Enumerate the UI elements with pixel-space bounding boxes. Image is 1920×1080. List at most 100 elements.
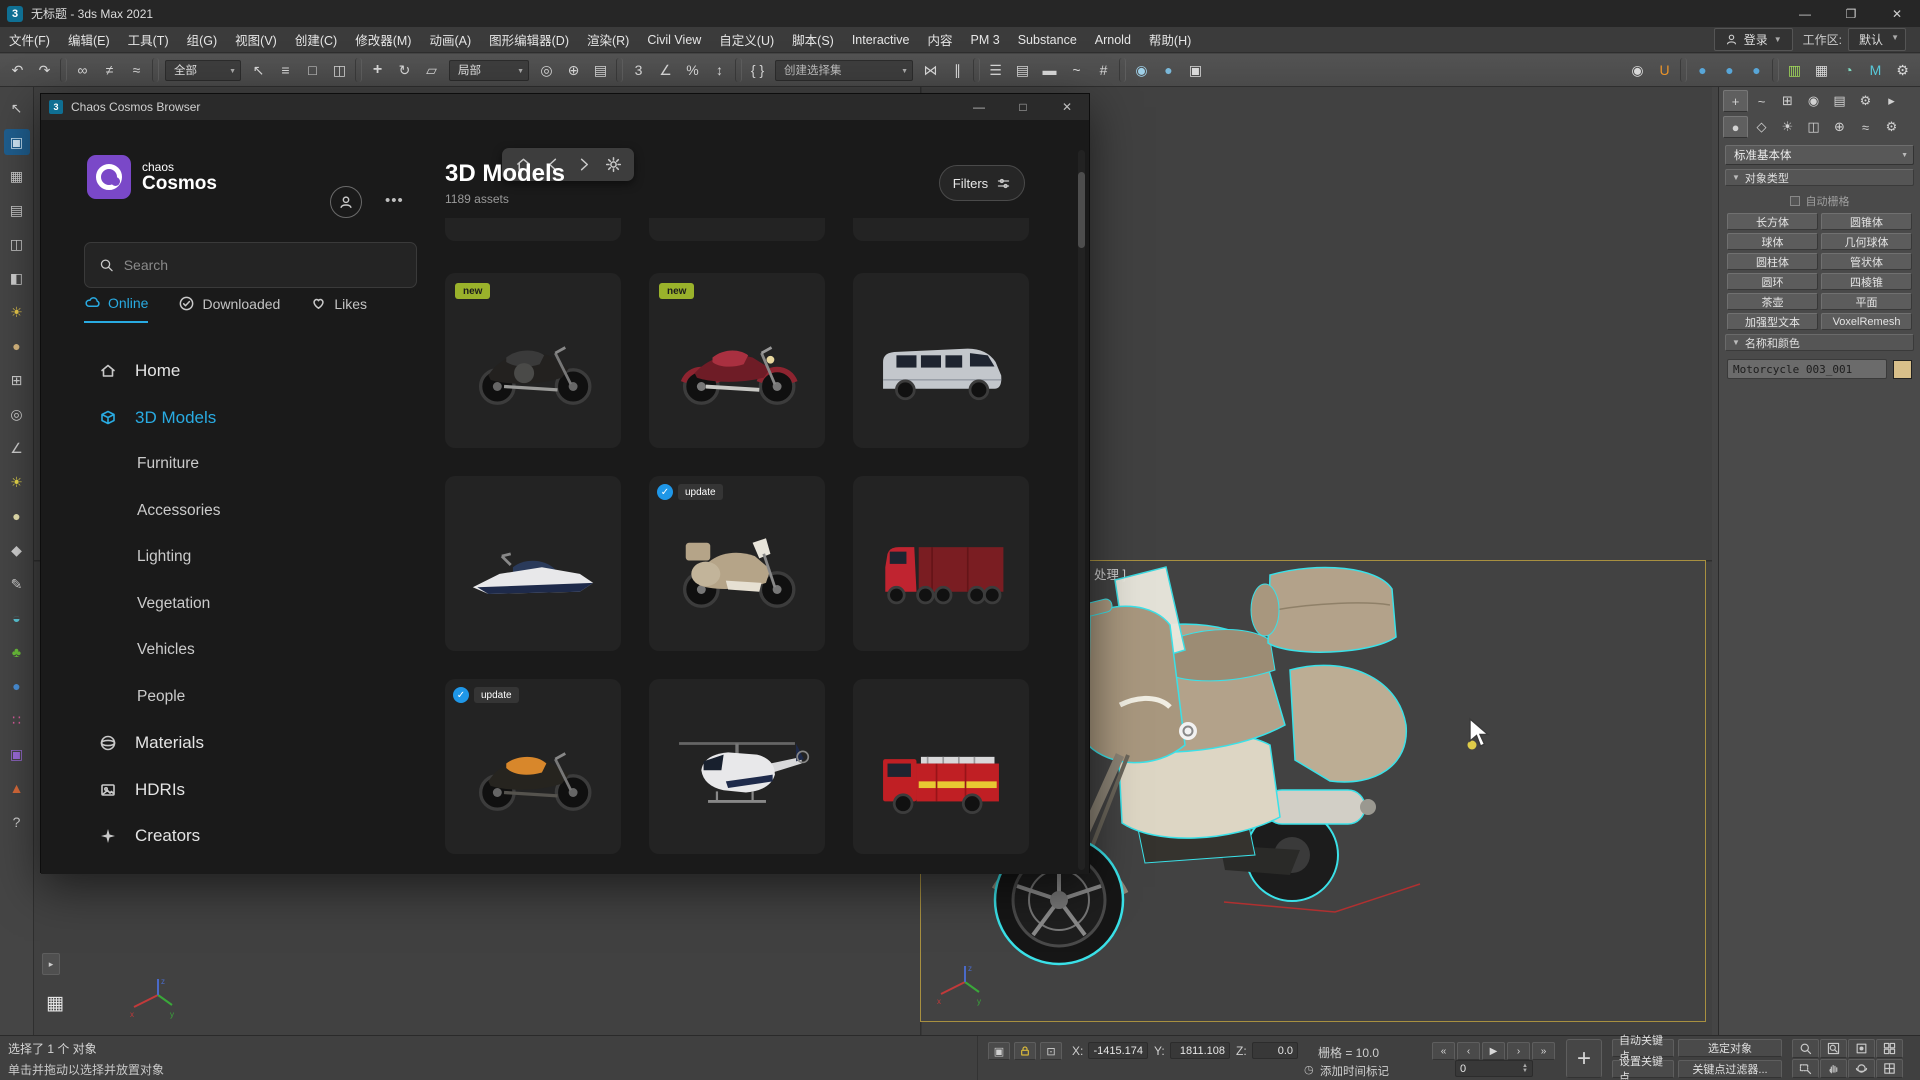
z-coordinate-field[interactable]: 0.0 (1252, 1042, 1298, 1059)
separator[interactable] (1119, 58, 1126, 82)
login-button[interactable]: 登录 ▼ (1714, 28, 1793, 51)
asset-card-partial[interactable] (853, 218, 1029, 241)
drop-tool-icon[interactable]: ● (4, 673, 30, 699)
scale-icon[interactable]: ▱ (418, 57, 445, 84)
gear-icon[interactable] (605, 156, 622, 173)
asset-card-motorcycle-red[interactable]: new (649, 273, 825, 448)
settings-icon[interactable]: ⚙ (1889, 57, 1916, 84)
render-setup-icon[interactable]: ● (1155, 57, 1182, 84)
select-tool-icon[interactable]: ↖ (4, 95, 30, 121)
menu-item[interactable]: Civil View (638, 27, 710, 52)
previous-frame-icon[interactable]: ‹ (1457, 1042, 1480, 1060)
plant-tool-icon[interactable]: ♣ (4, 639, 30, 665)
zoom-extents-icon[interactable] (1848, 1039, 1875, 1058)
select-link-icon[interactable]: ∞ (69, 57, 96, 84)
autogrid-toggle[interactable]: 自动栅格 (1719, 193, 1920, 209)
select-manipulate-icon[interactable]: ⊕ (560, 57, 587, 84)
x-coordinate-field[interactable]: -1415.174 (1088, 1042, 1148, 1059)
nav-hdris[interactable]: HDRIs (41, 767, 431, 814)
target-tool-icon[interactable]: ◎ (4, 401, 30, 427)
menu-item[interactable]: 创建(C) (286, 27, 346, 52)
motion-tab-icon[interactable]: ◉ (1801, 90, 1826, 112)
asset-card-motorcycle-touring[interactable]: ✓ update (649, 476, 825, 651)
nav-furniture[interactable]: Furniture (41, 441, 431, 488)
forward-arrow-icon[interactable] (575, 156, 592, 173)
separator[interactable] (735, 58, 742, 82)
asset-card-helicopter[interactable] (649, 679, 825, 854)
bind-spacewarp-icon[interactable]: ≈ (123, 57, 150, 84)
object-color-swatch[interactable] (1893, 360, 1912, 379)
edit-named-sets-icon[interactable]: { } (744, 57, 771, 84)
separator[interactable] (1772, 58, 1779, 82)
lights-cat-icon[interactable]: ☀ (1775, 116, 1800, 138)
select-object-icon[interactable]: ↖ (245, 57, 272, 84)
primitive-button[interactable]: 圆锥体 (1821, 213, 1912, 230)
nav-lighting[interactable]: Lighting (41, 534, 431, 581)
account-button[interactable] (330, 186, 362, 218)
percent-snap-icon[interactable]: % (679, 57, 706, 84)
nav-accessories[interactable]: Accessories (41, 488, 431, 535)
nav-people[interactable]: People (41, 674, 431, 721)
asset-card-semi-truck[interactable] (853, 476, 1029, 651)
snap-toggle-icon[interactable]: 3 (625, 57, 652, 84)
clone-tool-icon[interactable]: ◫ (4, 231, 30, 257)
absolute-mode-icon[interactable]: ⊡ (1040, 1042, 1062, 1060)
asset-card-motorcycle-orange[interactable]: ✓ update (445, 679, 621, 854)
sphere-tool-icon[interactable]: ● (4, 333, 30, 359)
current-frame-field[interactable]: 0▲▼ (1455, 1060, 1533, 1077)
separator[interactable] (355, 58, 362, 82)
separator[interactable] (152, 58, 159, 82)
workspace-dropdown[interactable]: 默认▼ (1848, 28, 1906, 51)
menu-item[interactable]: 自定义(U) (710, 27, 783, 52)
menu-item[interactable]: 动画(A) (420, 27, 480, 52)
schematic-view-icon[interactable]: # (1090, 57, 1117, 84)
diamond-tool-icon[interactable]: ◆ (4, 537, 30, 563)
utilities-tab-icon[interactable]: ⚙ (1853, 90, 1878, 112)
viewport-layout-grid-icon[interactable]: ▦ (46, 992, 64, 1015)
nav-creators[interactable]: Creators (41, 813, 431, 860)
nav-home[interactable]: Home (41, 348, 431, 395)
separator[interactable] (973, 58, 980, 82)
add-time-tag[interactable]: 添加时间标记 (1320, 1063, 1389, 1079)
keyboard-override-icon[interactable]: ▤ (587, 57, 614, 84)
separator[interactable] (60, 58, 67, 82)
layer-manager-icon[interactable]: ▤ (1009, 57, 1036, 84)
spacewarps-cat-icon[interactable]: ≈ (1853, 116, 1878, 138)
angle-snap-icon[interactable]: ∠ (652, 57, 679, 84)
reference-coordinate-dropdown[interactable]: 局部▼ (449, 60, 529, 81)
light-tool-icon[interactable]: ☀ (4, 469, 30, 495)
rendered-frame-icon[interactable]: ▣ (1182, 57, 1209, 84)
primitive-button[interactable]: 球体 (1727, 233, 1818, 250)
set-key-big-button[interactable]: + (1566, 1039, 1602, 1078)
rollout-name-color[interactable]: ▼名称和颜色 (1725, 334, 1914, 351)
ball-tool-icon[interactable]: ● (4, 503, 30, 529)
filters-button[interactable]: Filters (939, 165, 1025, 201)
expand-tray-icon[interactable]: ▸ (42, 953, 60, 975)
nav-materials[interactable]: Materials (41, 720, 431, 767)
play-icon[interactable]: ▶ (1482, 1042, 1505, 1060)
selection-lock-icon[interactable] (1014, 1042, 1036, 1060)
asset-card-partial[interactable] (649, 218, 825, 241)
orbit-icon[interactable] (1848, 1059, 1875, 1078)
palette-tool-icon[interactable]: ∷ (4, 707, 30, 733)
shapes-cat-icon[interactable]: ◇ (1749, 116, 1774, 138)
active-tool-icon[interactable]: ▣ (4, 129, 30, 155)
tab-downloaded[interactable]: Downloaded (178, 295, 280, 322)
primitive-button[interactable]: 平面 (1821, 293, 1912, 310)
grid-tool-icon[interactable]: ⊞ (4, 367, 30, 393)
menu-item[interactable]: 内容 (919, 27, 962, 52)
substance-icon[interactable]: U (1651, 57, 1678, 84)
help-tool-icon[interactable]: ? (4, 809, 30, 835)
angle-tool-icon[interactable]: ∠ (4, 435, 30, 461)
align-icon[interactable]: ∥ (944, 57, 971, 84)
create-tab-icon[interactable]: + (1723, 90, 1748, 112)
close-icon[interactable]: ✕ (1874, 0, 1920, 27)
modify-tab-icon[interactable]: ~ (1749, 90, 1774, 112)
minimize-icon[interactable]: — (1782, 0, 1828, 27)
undo-icon[interactable]: ↶ (4, 57, 31, 84)
selection-filter-dropdown[interactable]: 全部▼ (165, 60, 241, 81)
curve-editor-icon[interactable]: ~ (1063, 57, 1090, 84)
scene-explorer-icon[interactable]: ☰ (982, 57, 1009, 84)
zoom-extents-all-icon[interactable] (1876, 1039, 1903, 1058)
selection-set-dropdown[interactable]: 选定对象 (1678, 1039, 1782, 1057)
